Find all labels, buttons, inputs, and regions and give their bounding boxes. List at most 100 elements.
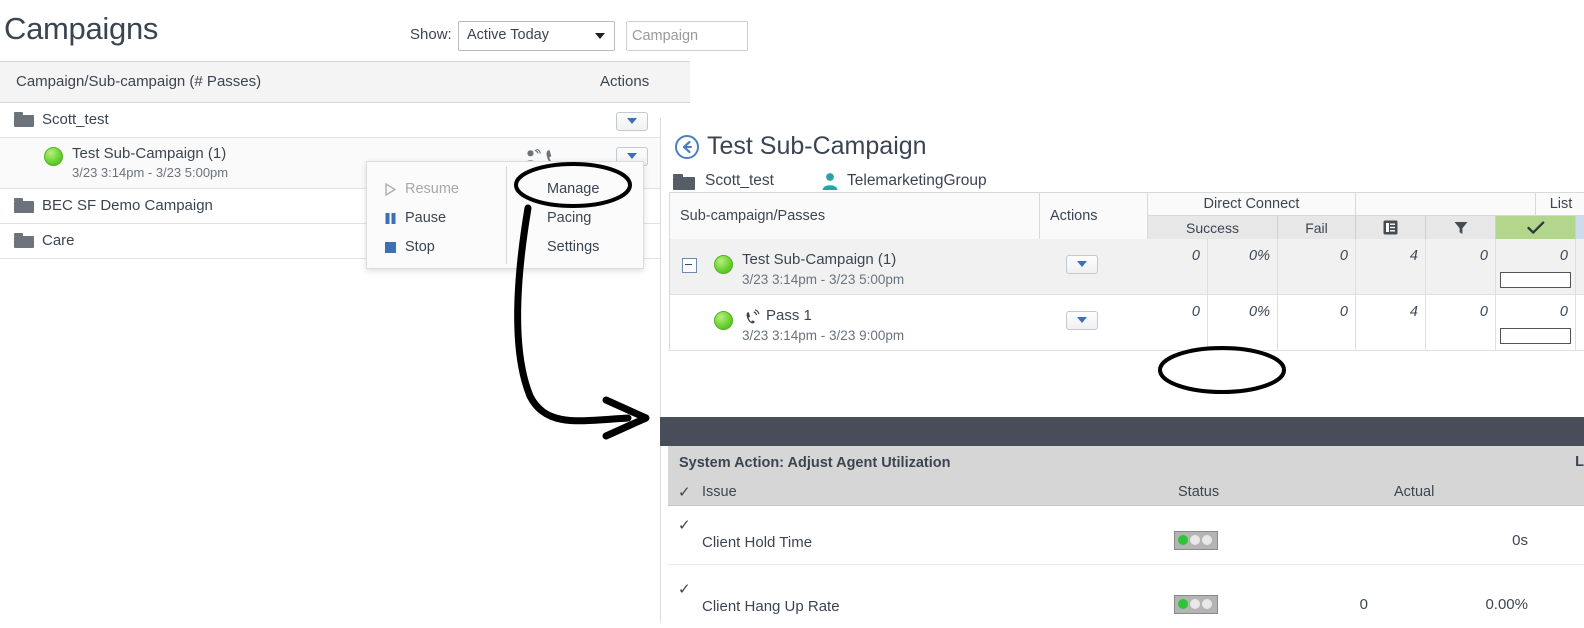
row-context-menu[interactable]: Resume Pause Stop Manage Pacing Settings: [366, 161, 644, 269]
cell-filtered: 0: [1426, 239, 1496, 294]
automanage-row[interactable]: ✓ Client Hold Time 0s: [668, 506, 1584, 565]
cell-success-pct: 0%: [1208, 239, 1278, 294]
row-check-icon[interactable]: ✓: [678, 580, 691, 598]
col-status: Status: [1178, 484, 1219, 500]
cell-extra: [1576, 239, 1584, 294]
folder-icon: [673, 174, 695, 190]
row-actions-button[interactable]: [616, 112, 648, 131]
folder-icon: [14, 233, 34, 248]
automanage-section-header: System Action: Adjust Agent Utilization …: [668, 446, 1584, 481]
table-row[interactable]: Pass 1 3/23 3:14pm - 3/23 9:00pm 0 0% 0 …: [669, 295, 1584, 351]
status-dot-running: [714, 311, 733, 330]
status-dot-running: [44, 147, 63, 166]
status-badge: [1174, 595, 1218, 614]
cell-records: 4: [1356, 239, 1426, 294]
phone-ring-icon: [744, 308, 761, 330]
issue-value-2: 0s: [1458, 532, 1528, 549]
campaign-name: Scott_test: [42, 111, 109, 128]
row-actions-button[interactable]: [1066, 311, 1098, 330]
col-subcampaign-passes: Sub-campaign/Passes: [670, 193, 1040, 239]
show-filter-select[interactable]: Active Today: [458, 21, 615, 51]
automanage-toolbar: [660, 417, 1584, 446]
menu-item-resume[interactable]: Resume: [405, 181, 459, 197]
menu-item-manage[interactable]: Manage: [547, 181, 599, 197]
campaign-name: Care: [42, 232, 75, 249]
play-icon: [384, 183, 397, 201]
col-issue: Issue: [702, 484, 737, 500]
menu-item-stop[interactable]: Stop: [405, 239, 435, 255]
search-input[interactable]: [627, 22, 744, 50]
sub-col-extra[interactable]: [1576, 215, 1584, 239]
stop-icon: [384, 241, 397, 259]
row-check-icon[interactable]: ✓: [678, 516, 691, 534]
cell-fail: 0: [1278, 239, 1356, 294]
chevron-down-icon: [595, 33, 605, 39]
campaign-name: BEC SF Demo Campaign: [42, 197, 213, 214]
row-actions-button[interactable]: [1066, 255, 1098, 274]
section-title: System Action: Adjust Agent Utilization: [679, 455, 950, 471]
status-badge: [1174, 531, 1218, 550]
menu-item-pacing[interactable]: Pacing: [547, 210, 591, 226]
folder-icon: [14, 112, 34, 127]
page-title: Campaigns: [4, 11, 158, 47]
breadcrumb-campaign[interactable]: Scott_test: [705, 172, 774, 190]
subcampaign-name: Test Sub-Campaign (1): [72, 145, 226, 162]
screen: Campaigns Show: Active Today Campaign/Su…: [0, 0, 1584, 623]
cell-success-count: 0: [1140, 239, 1208, 294]
group-blank: [1356, 193, 1536, 215]
cell-list-check: 0: [1496, 295, 1576, 350]
cell-fail: 0: [1278, 295, 1356, 350]
breadcrumb-group[interactable]: TelemarketingGroup: [847, 172, 987, 190]
issue-value-1: 0: [1308, 596, 1368, 613]
col-campaign-name: Campaign/Sub-campaign (# Passes): [16, 73, 261, 90]
menu-item-settings[interactable]: Settings: [547, 239, 599, 255]
sub-col-success[interactable]: Success: [1148, 215, 1278, 239]
section-right-label: L: [1575, 454, 1584, 470]
col-actual: Actual: [1394, 484, 1434, 500]
passes-table-header: Sub-campaign/Passes Actions Direct Conne…: [669, 192, 1584, 239]
cell-records: 4: [1356, 295, 1426, 350]
menu-item-pause[interactable]: Pause: [405, 210, 446, 226]
issue-value-2: 0.00%: [1458, 596, 1528, 613]
cell-filtered: 0: [1426, 295, 1496, 350]
sub-col-filter[interactable]: [1426, 215, 1496, 239]
cell-extra: [1576, 295, 1584, 350]
passes-table: Sub-campaign/Passes Actions Direct Conne…: [669, 192, 1584, 351]
sub-col-fail[interactable]: Fail: [1278, 215, 1356, 239]
arrow-head: [606, 400, 646, 436]
cell-success-count: 0: [1140, 295, 1208, 350]
row-name: Test Sub-Campaign (1): [742, 251, 896, 268]
table-row[interactable]: Scott_test: [0, 103, 690, 138]
sub-col-list-check[interactable]: [1496, 215, 1576, 239]
group-direct-connect: Direct Connect: [1148, 193, 1356, 215]
automanage-column-header: ✓ Issue Status Actual: [668, 481, 1584, 506]
folder-icon: [14, 198, 34, 213]
detail-title: Test Sub-Campaign: [707, 132, 927, 161]
issue-label: Client Hang Up Rate: [702, 598, 840, 615]
row-time: 3/23 3:14pm - 3/23 9:00pm: [742, 328, 904, 343]
sub-col-records[interactable]: [1356, 215, 1426, 239]
subcampaign-time: 3/23 3:14pm - 3/23 5:00pm: [72, 165, 228, 180]
pause-icon: [384, 212, 397, 230]
collapse-icon[interactable]: [682, 258, 697, 273]
cell-success-pct: 0%: [1208, 295, 1278, 350]
row-name: Pass 1: [766, 307, 812, 324]
row-time: 3/23 3:14pm - 3/23 5:00pm: [742, 272, 904, 287]
progress-bar: [1500, 272, 1571, 288]
col-actions: Actions: [600, 73, 649, 90]
back-arrow-icon[interactable]: [674, 134, 700, 160]
status-dot-running: [714, 255, 733, 274]
menu-divider: [506, 166, 507, 264]
campaigns-table-header: Campaign/Sub-campaign (# Passes) Actions: [0, 61, 690, 103]
table-row[interactable]: Test Sub-Campaign (1) 3/23 3:14pm - 3/23…: [669, 239, 1584, 295]
group-icon: [821, 172, 839, 191]
cell-list-check: 0: [1496, 239, 1576, 294]
issue-label: Client Hold Time: [702, 534, 812, 551]
group-list: List: [1536, 193, 1584, 215]
col-actions: Actions: [1040, 193, 1148, 239]
show-filter-value: Active Today: [467, 27, 549, 43]
campaign-search-box[interactable]: [626, 21, 748, 51]
automanage-row[interactable]: ✓ Client Hang Up Rate 0 0.00%: [668, 570, 1584, 628]
col-check-icon: ✓: [678, 483, 691, 501]
progress-bar: [1500, 328, 1571, 344]
